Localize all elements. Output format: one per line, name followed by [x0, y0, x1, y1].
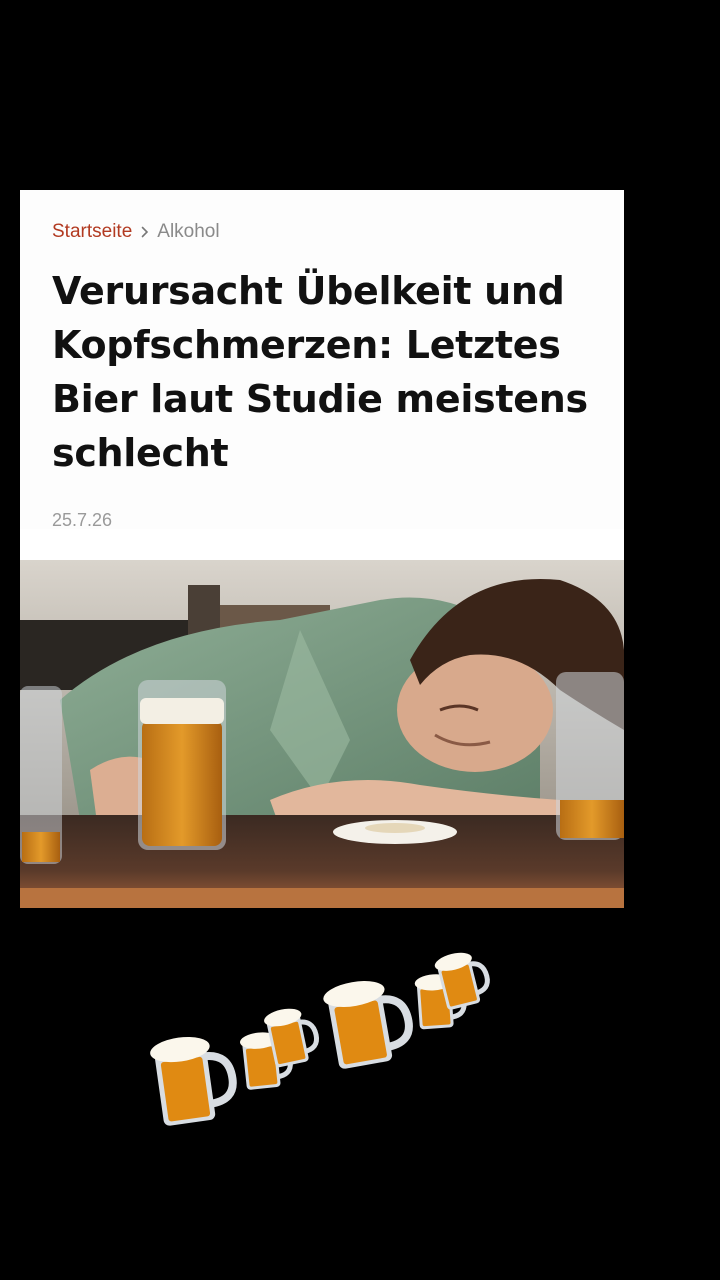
- beer-emoji-row: [0, 940, 720, 1140]
- chevron-right-icon: [141, 226, 149, 238]
- beer-mug-icon: [323, 981, 413, 1069]
- article-headline: Verursacht Übelkeit und Kopfschmerzen: L…: [52, 269, 588, 475]
- beer-mug-icon: [150, 1036, 237, 1126]
- article-date: 25.7.26: [52, 510, 113, 530]
- beer-mug-far-left: [20, 686, 62, 864]
- article-header: Startseite Alkohol Verursacht Übelkeit u…: [20, 190, 624, 530]
- article-card: Startseite Alkohol Verursacht Übelkeit u…: [20, 190, 624, 908]
- breadcrumb: Startseite Alkohol: [52, 220, 592, 244]
- beer-mug-left: [138, 680, 226, 850]
- article-hero-image[interactable]: [20, 560, 624, 908]
- hero-photo: [20, 560, 624, 908]
- breadcrumb-home-link[interactable]: Startseite: [52, 221, 132, 243]
- screen: Startseite Alkohol Verursacht Übelkeit u…: [0, 0, 720, 1280]
- beer-mug-icon: [264, 1008, 320, 1068]
- breadcrumb-category-link[interactable]: Alkohol: [157, 221, 219, 243]
- beer-mug-icon: [434, 952, 490, 1010]
- beer-mug-right: [556, 672, 624, 840]
